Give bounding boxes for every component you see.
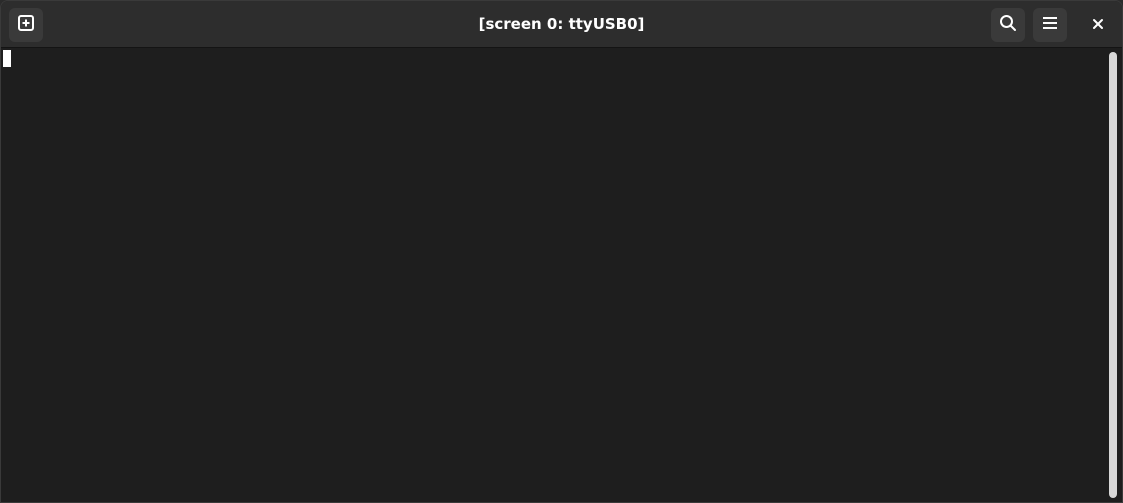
window-title: [screen 0: ttyUSB0] <box>478 15 645 33</box>
plus-square-icon <box>17 14 35 36</box>
scrollbar-thumb[interactable] <box>1109 52 1117 498</box>
search-button[interactable] <box>991 8 1025 42</box>
close-button[interactable] <box>1082 9 1114 41</box>
terminal-window: [screen 0: ttyUSB0] <box>0 0 1123 503</box>
hamburger-menu-icon <box>1041 14 1059 36</box>
vertical-scrollbar[interactable] <box>1106 48 1122 502</box>
terminal-output[interactable] <box>1 48 1108 502</box>
text-cursor <box>3 50 11 67</box>
new-tab-button[interactable] <box>9 8 43 42</box>
headerbar: [screen 0: ttyUSB0] <box>1 1 1122 48</box>
close-icon <box>1091 16 1105 35</box>
search-icon <box>999 14 1017 36</box>
main-menu-button[interactable] <box>1033 8 1067 42</box>
